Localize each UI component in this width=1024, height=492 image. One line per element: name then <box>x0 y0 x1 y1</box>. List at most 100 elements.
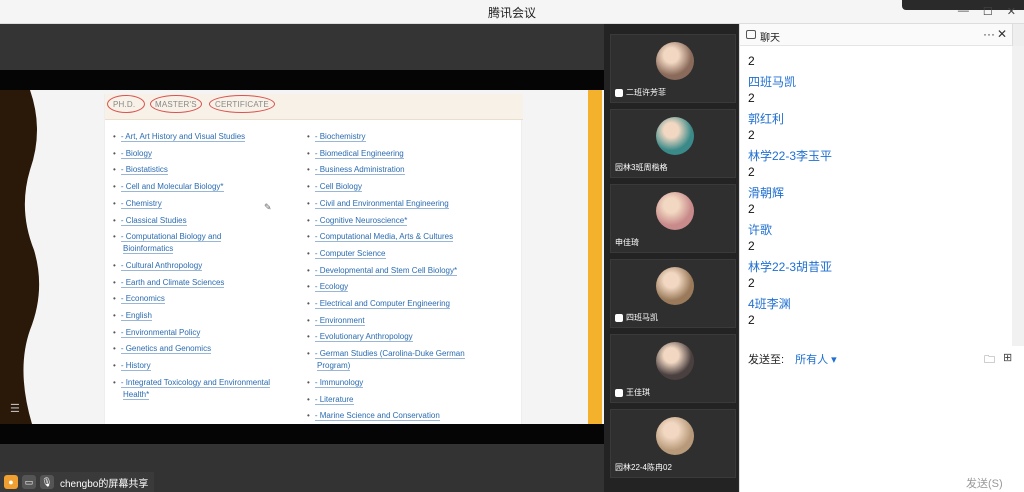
program-item[interactable]: • - English <box>113 311 152 321</box>
chat-sender-name[interactable]: 四班马凯 <box>748 73 796 90</box>
program-item[interactable]: • - Chemistry <box>113 198 162 209</box>
chat-message-text: 2 <box>748 202 755 216</box>
chat-sender-name[interactable]: 许歌 <box>748 221 772 238</box>
bullet-icon: • <box>113 311 116 320</box>
participant-tile[interactable]: 园林3班周楷格 <box>610 109 736 178</box>
bullet-icon: • <box>307 349 310 359</box>
bullet-icon: • <box>307 248 310 258</box>
share-top-area <box>0 24 604 70</box>
maximize-icon[interactable]: ☐ <box>983 5 993 18</box>
bullet-icon: • <box>113 377 116 387</box>
program-item[interactable]: • - Biomedical Engineering <box>307 148 404 159</box>
program-item[interactable]: • - German Studies (Carolina-Duke German <box>307 349 465 360</box>
avatar <box>656 192 694 230</box>
share-black-band-top <box>0 70 604 90</box>
program-item[interactable]: • - Economics <box>113 294 165 305</box>
folder-icon[interactable]: 🗀 <box>984 351 995 370</box>
close-icon[interactable]: ✕ <box>1007 5 1016 18</box>
share-status-bar: ● ▭ 🎙 chengbo的屏幕共享 <box>0 472 154 492</box>
user-icon[interactable]: ● <box>4 475 18 489</box>
recipient-select[interactable]: 所有人 ▾ <box>795 354 837 366</box>
bullet-icon: • <box>307 377 310 387</box>
program-item[interactable]: • - Cultural Anthropology <box>113 260 203 271</box>
menu-icon[interactable]: ☰ <box>10 402 20 415</box>
chat-panel: 聊天 ··· ✕ 2 四班马凯 2 郭红利 2 林学22-3李玉平 2 滑朝辉 2 许歌 2 林学22… <box>739 24 1024 492</box>
video-gallery: 二班许芳菲园林3班周楷格申佳琦 四班马凯王佳琪园林22-4陈冉02 <box>604 24 738 492</box>
bullet-icon: • <box>307 394 310 404</box>
program-item[interactable]: • - Environment <box>307 315 365 326</box>
bullet-icon: • <box>307 132 310 141</box>
participant-tile[interactable]: 园林22-4陈冉02 <box>610 409 736 478</box>
program-item[interactable]: • - Biostatistics <box>113 165 168 176</box>
chat-message-text: 2 <box>748 128 755 142</box>
program-item[interactable]: • - Computational Biology and <box>113 232 222 243</box>
avatar <box>656 267 694 305</box>
chat-sender-name[interactable]: 滑朝辉 <box>748 184 784 201</box>
screen-share-icon[interactable]: ▭ <box>22 475 36 489</box>
program-item[interactable]: • - Computational Media, Arts & Cultures <box>307 232 454 243</box>
program-item[interactable]: • - Computer Science <box>307 248 386 259</box>
send-button[interactable]: 发送(S) <box>966 475 1003 491</box>
bullet-icon: • <box>307 332 310 342</box>
screen-share-stage: PH.D. MASTER'S CERTIFICATE • - Art, Art H… <box>0 24 604 492</box>
chat-sender-name[interactable]: 林学22-3胡昔亚 <box>748 258 832 275</box>
participant-name: 二班许芳菲 <box>626 88 666 97</box>
screenshot-icon[interactable]: ⊞ <box>1003 351 1012 370</box>
program-item[interactable]: • - Ecology <box>307 282 349 293</box>
program-item[interactable]: Program) <box>317 361 351 372</box>
minimize-icon[interactable]: — <box>958 5 969 18</box>
program-item[interactable]: • - Cell and Molecular Biology* <box>113 182 224 193</box>
program-item[interactable]: • - Classical Studies <box>113 215 187 226</box>
bullet-icon: • <box>307 198 310 208</box>
participant-tile[interactable]: 二班许芳菲 <box>610 34 736 103</box>
bullet-icon: • <box>113 232 116 242</box>
scrollbar-top[interactable] <box>1012 24 1024 46</box>
program-item[interactable]: • - Marine Science and Conservation <box>307 411 440 422</box>
chat-scrollbar[interactable] <box>1012 46 1024 346</box>
program-item[interactable]: • - Civil and Environmental Engineering <box>307 198 449 209</box>
program-item[interactable]: • - Genetics and Genomics <box>113 344 212 355</box>
microphone-icon[interactable]: 🎙 <box>40 475 54 489</box>
program-item[interactable]: Bioinformatics <box>123 244 174 255</box>
bullet-icon: • <box>307 232 310 242</box>
program-item[interactable]: Health* <box>123 389 150 400</box>
avatar <box>656 42 694 80</box>
participant-name: 王佳琪 <box>626 388 650 397</box>
program-item[interactable]: • - Literature <box>307 394 354 405</box>
program-item[interactable]: • - Immunology <box>307 377 364 388</box>
program-item[interactable]: • - Cognitive Neuroscience* <box>307 215 408 226</box>
chat-sender-name[interactable]: 郭红利 <box>748 110 784 127</box>
program-item[interactable]: • - Integrated Toxicology and Environment… <box>113 377 271 388</box>
program-item[interactable]: • - Cell Biology <box>307 182 362 193</box>
bullet-icon: • <box>307 182 310 192</box>
bullet-icon: • <box>307 299 310 308</box>
avatar <box>656 417 694 455</box>
bullet-icon: • <box>113 148 116 158</box>
chat-title: 聊天 <box>760 33 780 44</box>
tab-phd[interactable]: PH.D. <box>107 95 145 113</box>
program-item[interactable]: • - Evolutionary Anthropology <box>307 332 413 343</box>
program-item[interactable]: • - History <box>113 361 151 372</box>
participant-name: 园林3班周楷格 <box>615 163 668 172</box>
program-item[interactable]: • - Business Administration <box>307 165 405 176</box>
close-icon[interactable]: ✕ <box>997 27 1007 41</box>
chat-header: 聊天 ··· ✕ <box>740 24 1024 46</box>
bullet-icon: • <box>307 411 310 421</box>
chat-sender-name[interactable]: 4班李渊 <box>748 295 791 312</box>
chat-sender-name[interactable]: 林学22-3李玉平 <box>748 147 832 164</box>
program-item[interactable]: • - Biology <box>113 148 152 159</box>
more-icon[interactable]: ··· <box>983 27 995 41</box>
tab-certificate[interactable]: CERTIFICATE <box>209 95 275 113</box>
tab-masters[interactable]: MASTER'S <box>150 95 202 113</box>
program-item[interactable]: • - Electrical and Computer Engineering <box>307 299 450 309</box>
mic-muted-icon <box>615 388 623 397</box>
chat-message-text: 2 <box>748 276 755 290</box>
participant-tile[interactable]: 申佳琦 <box>610 184 736 253</box>
program-item[interactable]: • - Earth and Climate Sciences <box>113 277 225 288</box>
program-item[interactable]: • - Biochemistry <box>307 132 366 142</box>
participant-tile[interactable]: 王佳琪 <box>610 334 736 403</box>
program-item[interactable]: • - Environmental Policy <box>113 327 201 338</box>
program-item[interactable]: • - Developmental and Stem Cell Biology* <box>307 265 458 276</box>
program-item[interactable]: • - Art, Art History and Visual Studies <box>113 132 246 142</box>
participant-tile[interactable]: 四班马凯 <box>610 259 736 328</box>
